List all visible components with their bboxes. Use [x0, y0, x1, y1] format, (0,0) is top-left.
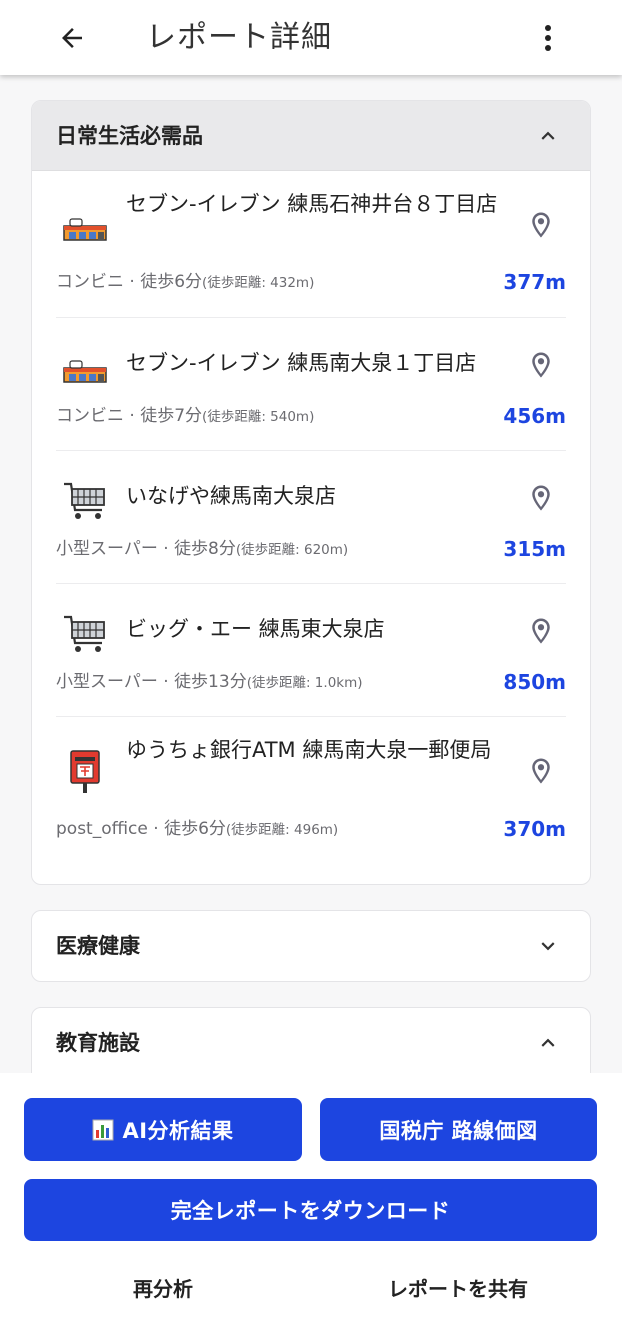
back-button[interactable] [52, 18, 92, 58]
place-meta: post_office · 徒歩6分(徒歩距離: 496m) [56, 819, 339, 839]
place-item[interactable]: セブン-イレブン 練馬南大泉１丁目店 コンビニ · 徒歩7分(徒歩距離: 540… [56, 318, 566, 450]
place-name: いなげや練馬南大泉店 [126, 484, 336, 508]
place-item[interactable]: セブン-イレブン 練馬石神井台８丁目店 コンビニ · 徒歩6分(徒歩距離: 43… [56, 171, 566, 316]
section-header[interactable]: 医療健康 [32, 911, 590, 981]
section-title: 医療健康 [56, 934, 140, 958]
place-item[interactable]: ゆうちょ銀行ATM 練馬南大泉一郵便局 post_office · 徒歩6分(徒… [56, 717, 566, 867]
share-report-button[interactable]: レポートを共有 [358, 1274, 558, 1304]
chevron-up-icon [541, 131, 555, 140]
place-meta: 小型スーパー · 徒歩8分(徒歩距離: 620m) [56, 539, 349, 559]
section-medical-health: 医療健康 [31, 910, 591, 982]
page-title: レポート詳細 [146, 20, 332, 55]
convenience-store-icon [63, 360, 107, 383]
place-meta: 小型スーパー · 徒歩13分(徒歩距離: 1.0km) [56, 672, 363, 692]
report-content[interactable]: 日常生活必需品 セブン-イレブン 練馬石神井台８丁目店 コンビニ · 徒歩6分(… [0, 75, 622, 1075]
place-item[interactable]: いなげや練馬南大泉店 小型スーパー · 徒歩8分(徒歩距離: 620m) 315… [56, 451, 566, 583]
place-distance: 850m [503, 670, 566, 694]
location-pin-icon[interactable] [526, 754, 556, 788]
arrow-left-icon [62, 28, 82, 48]
section-title: 日常生活必需品 [56, 124, 203, 148]
more-vert-icon [545, 25, 551, 51]
more-options-button[interactable] [530, 18, 566, 58]
place-distance: 315m [503, 537, 566, 561]
bar-chart-icon [92, 1119, 114, 1140]
download-report-button[interactable]: 完全レポートをダウンロード [24, 1179, 597, 1241]
chevron-up-icon [541, 1038, 555, 1047]
convenience-store-icon [63, 218, 107, 241]
section-title: 教育施設 [56, 1031, 140, 1055]
app-bar: レポート詳細 [0, 0, 622, 75]
ai-analysis-button[interactable]: AI分析結果 [24, 1098, 302, 1161]
bottom-action-bar: AI分析結果 国税庁 路線価図 完全レポートをダウンロード 再分析 レポートを共… [0, 1073, 622, 1342]
route-price-map-label: 国税庁 路線価図 [379, 1118, 538, 1143]
route-price-map-button[interactable]: 国税庁 路線価図 [320, 1098, 597, 1161]
location-pin-icon[interactable] [526, 481, 556, 515]
place-name: ビッグ・エー 練馬東大泉店 [126, 617, 385, 641]
ai-analysis-label: AI分析結果 [122, 1118, 234, 1143]
location-pin-icon[interactable] [526, 614, 556, 648]
postbox-icon [70, 750, 100, 793]
place-meta: コンビニ · 徒歩6分(徒歩距離: 432m) [56, 272, 315, 292]
place-distance: 456m [503, 404, 566, 428]
location-pin-icon[interactable] [526, 208, 556, 242]
place-item[interactable]: ビッグ・エー 練馬東大泉店 小型スーパー · 徒歩13分(徒歩距離: 1.0km… [56, 584, 566, 716]
place-distance: 370m [503, 817, 566, 841]
shopping-cart-icon [64, 482, 105, 519]
place-meta: コンビニ · 徒歩7分(徒歩距離: 540m) [56, 406, 315, 426]
reanalyze-button[interactable]: 再分析 [88, 1274, 238, 1304]
place-name: セブン-イレブン 練馬南大泉１丁目店 [126, 351, 477, 375]
section-daily-necessities: 日常生活必需品 セブン-イレブン 練馬石神井台８丁目店 コンビニ · 徒歩6分(… [31, 100, 591, 885]
download-report-label: 完全レポートをダウンロード [170, 1199, 451, 1223]
place-name: ゆうちょ銀行ATM 練馬南大泉一郵便局 [126, 738, 492, 762]
section-header[interactable]: 日常生活必需品 [32, 101, 590, 171]
shopping-cart-icon [64, 615, 105, 652]
section-education: 教育施設 [31, 1007, 591, 1075]
place-distance: 377m [503, 270, 566, 294]
location-pin-icon[interactable] [526, 348, 556, 382]
chevron-down-icon [541, 942, 555, 951]
place-name: セブン-イレブン 練馬石神井台８丁目店 [126, 192, 498, 216]
section-header[interactable]: 教育施設 [32, 1008, 590, 1075]
